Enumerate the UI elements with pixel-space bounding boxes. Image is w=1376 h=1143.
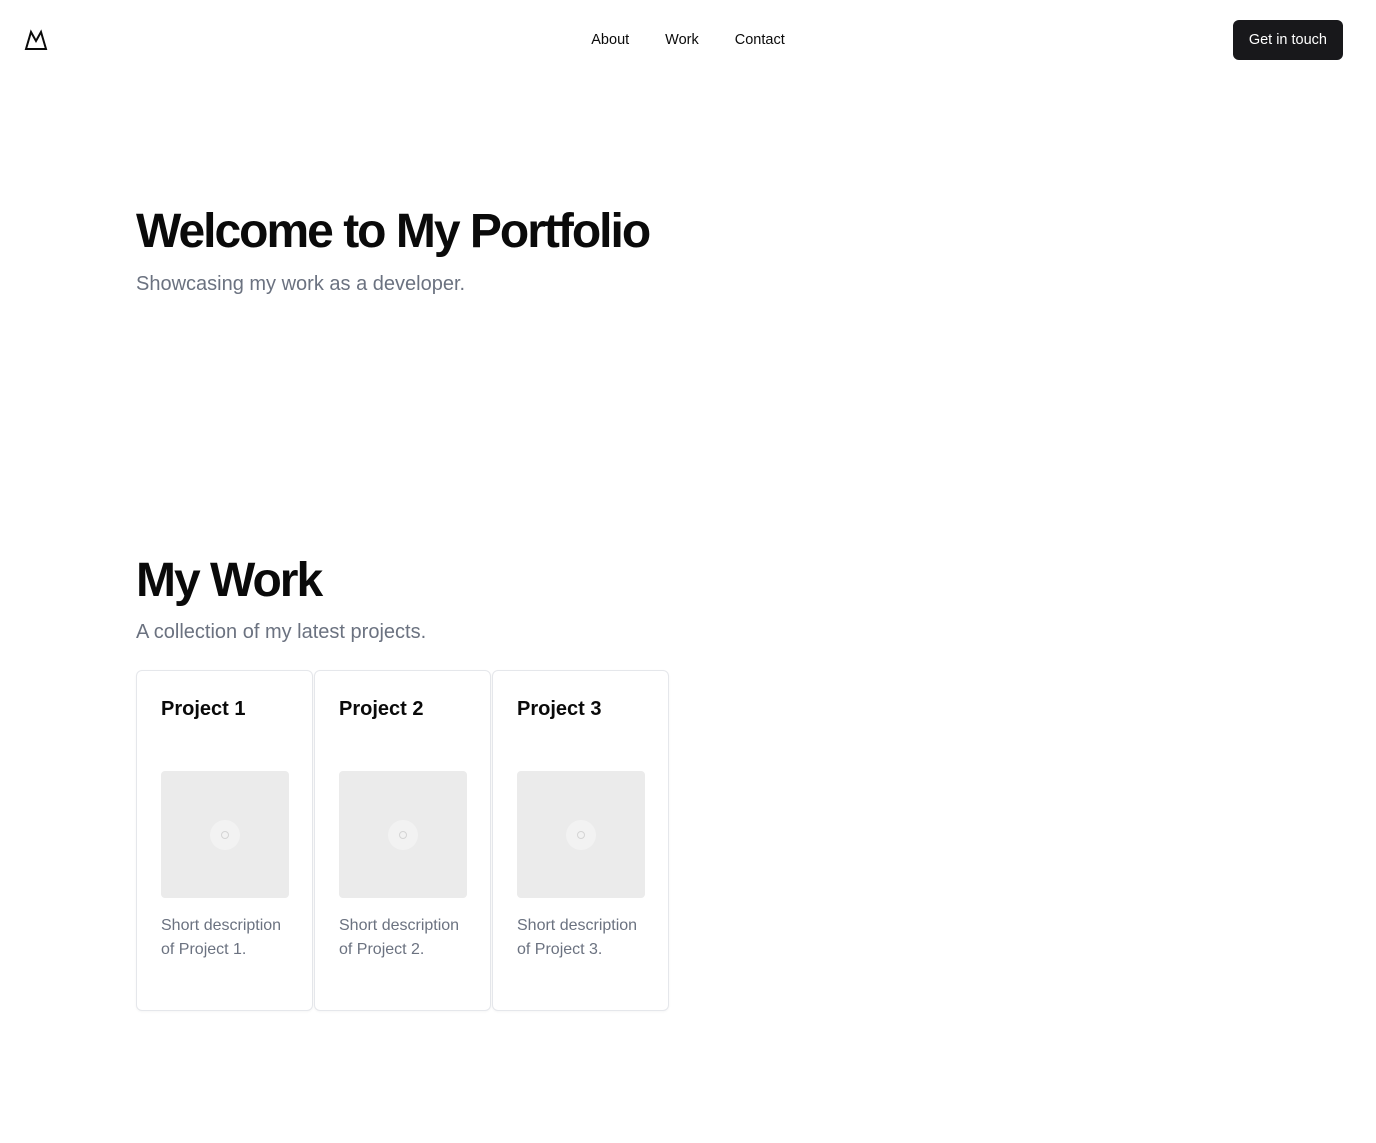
project-cards: Project 1 Short description of Project 1… [136, 670, 669, 1011]
project-card[interactable]: Project 3 Short description of Project 3… [492, 670, 669, 1011]
project-title: Project 1 [161, 698, 246, 720]
hero-section: Welcome to My Portfolio Showcasing my wo… [136, 200, 651, 296]
site-header: About Work Contact Get in touch [0, 0, 1376, 80]
project-description: Short description of Project 1. [161, 917, 282, 958]
project-description: Short description of Project 2. [339, 917, 460, 958]
project-description: Short description of Project 3. [517, 917, 638, 958]
nav-link-about[interactable]: About [573, 26, 647, 54]
project-image [161, 771, 289, 898]
work-title: My Work [136, 554, 323, 607]
project-title: Project 3 [517, 698, 602, 720]
project-image [517, 771, 645, 898]
project-card[interactable]: Project 1 Short description of Project 1… [136, 670, 313, 1011]
work-subtitle: A collection of my latest projects. [136, 621, 427, 643]
mountain-logo-icon[interactable] [24, 29, 48, 51]
get-in-touch-button[interactable]: Get in touch [1232, 20, 1343, 60]
main-nav: About Work Contact [0, 0, 1376, 80]
work-section: My Work A collection of my latest projec… [136, 550, 669, 1011]
project-title: Project 2 [339, 698, 424, 720]
image-placeholder-icon [388, 819, 418, 850]
image-placeholder-icon [210, 819, 240, 850]
nav-link-contact[interactable]: Contact [717, 26, 803, 54]
image-placeholder-icon [566, 819, 596, 850]
project-image [339, 771, 467, 898]
hero-title: Welcome to My Portfolio [136, 205, 651, 258]
hero-subtitle: Showcasing my work as a developer. [136, 273, 466, 295]
project-card[interactable]: Project 2 Short description of Project 2… [314, 670, 491, 1011]
nav-link-work[interactable]: Work [647, 26, 717, 54]
page: About Work Contact Get in touch Welcome … [0, 0, 1376, 1143]
